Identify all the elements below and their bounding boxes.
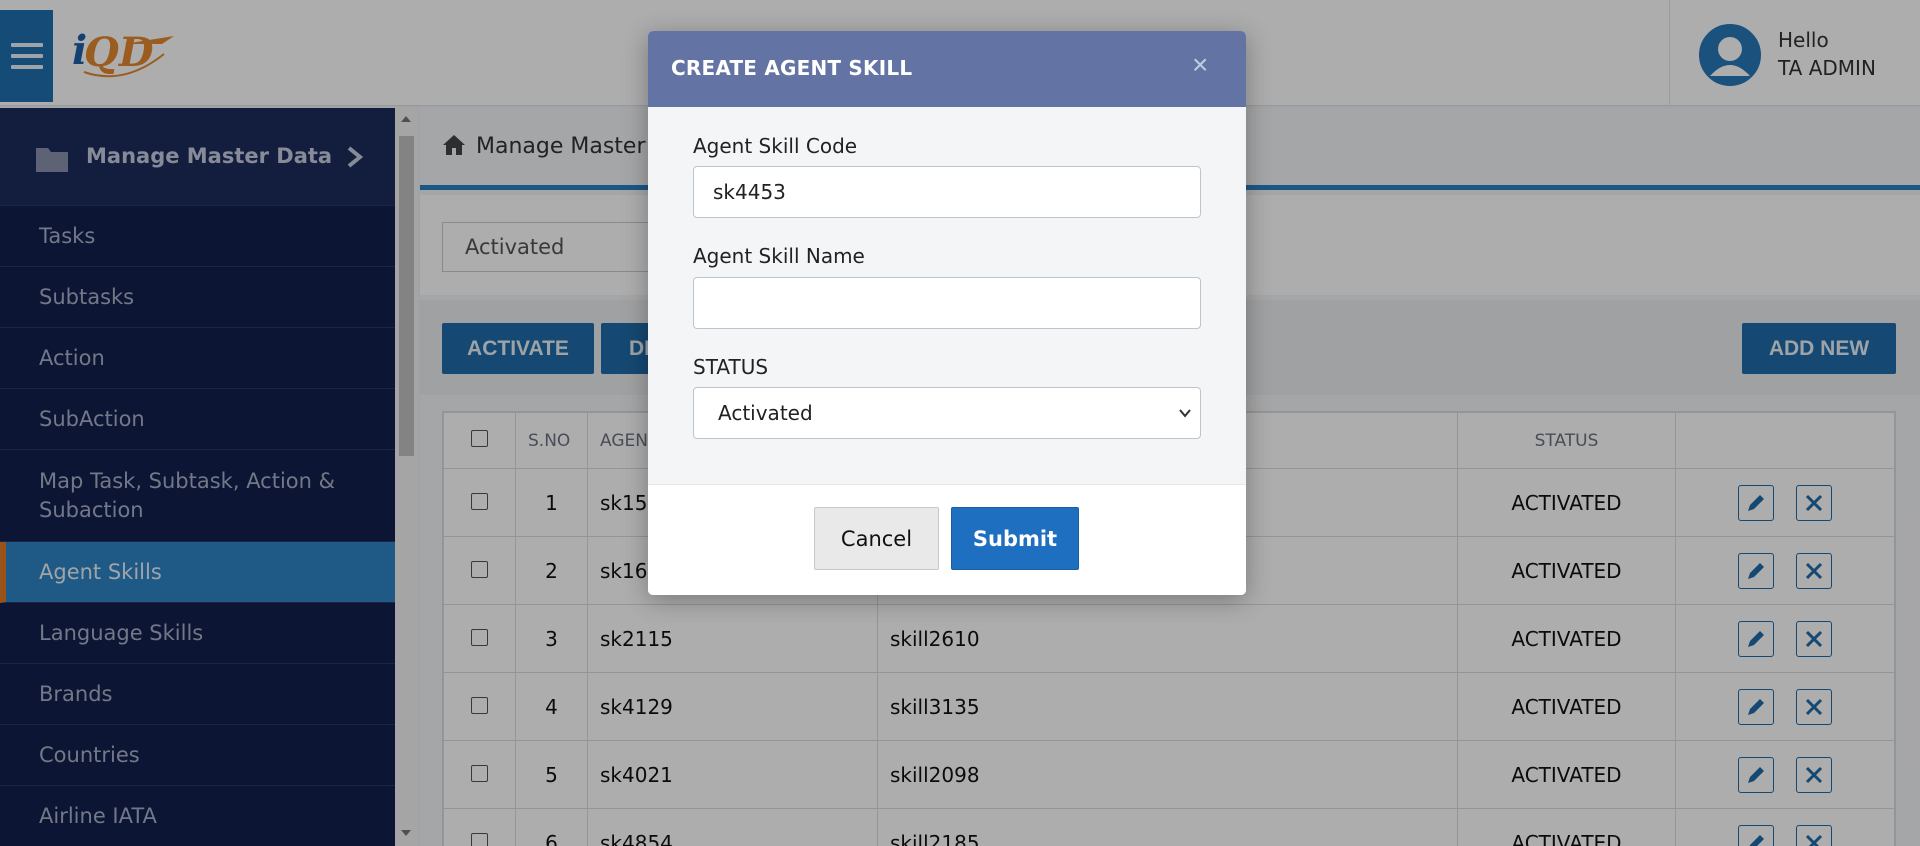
agent-skill-name-label: Agent Skill Name — [693, 244, 865, 268]
create-agent-skill-dialog: CREATE AGENT SKILL × Agent Skill Code Ag… — [648, 31, 1246, 595]
close-icon[interactable]: × — [1192, 49, 1208, 81]
modal-header: CREATE AGENT SKILL × — [648, 31, 1246, 107]
agent-skill-code-label: Agent Skill Code — [693, 134, 858, 158]
modal-body: Agent Skill Code Agent Skill Name STATUS… — [648, 107, 1246, 485]
modal-title: CREATE AGENT SKILL — [671, 56, 913, 80]
chevron-down-icon — [1179, 409, 1191, 418]
cancel-button[interactable]: Cancel — [814, 507, 939, 570]
modal-footer: Cancel Submit — [648, 485, 1246, 595]
status-select-value: Activated — [718, 401, 813, 425]
agent-skill-name-input[interactable] — [693, 277, 1201, 329]
submit-button[interactable]: Submit — [951, 507, 1079, 570]
status-select[interactable]: Activated — [693, 387, 1201, 439]
status-label: STATUS — [693, 355, 769, 379]
agent-skill-code-input[interactable] — [693, 166, 1201, 218]
